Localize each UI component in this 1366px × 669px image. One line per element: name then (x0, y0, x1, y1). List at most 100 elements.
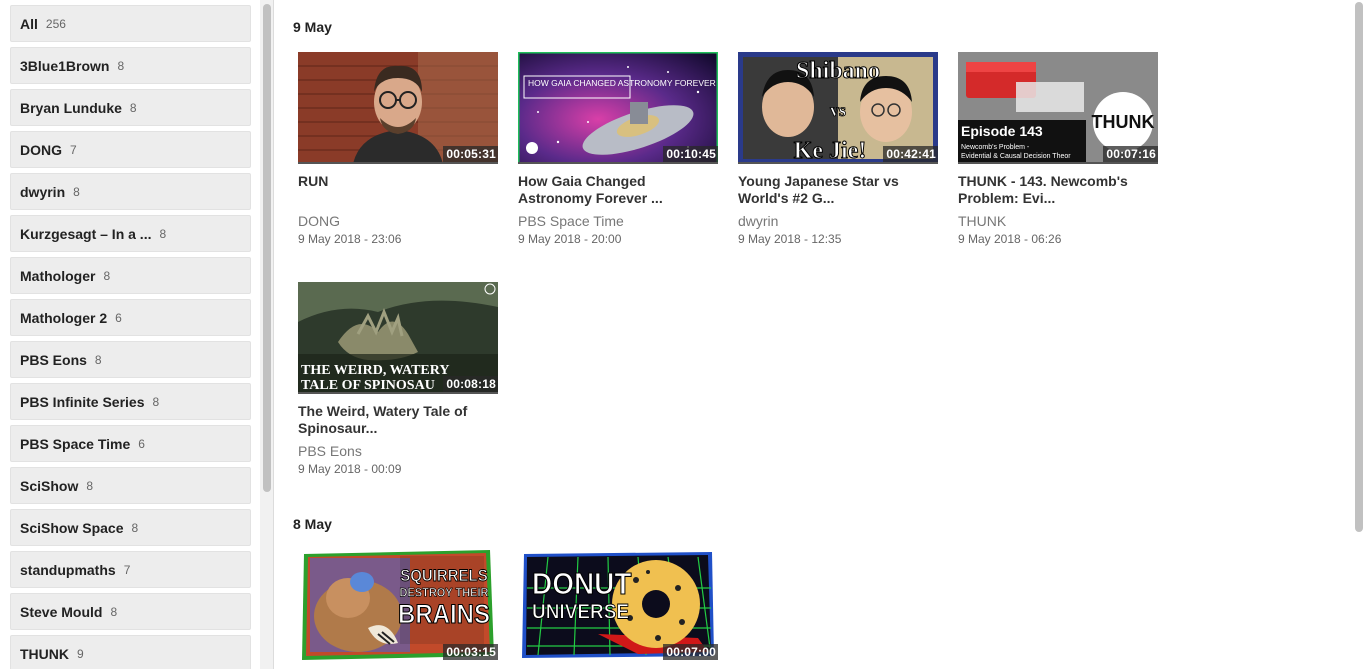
video-date: 9 May 2018 - 00:09 (298, 462, 402, 476)
sidebar-item-count: 7 (123, 562, 131, 577)
video-channel[interactable]: THUNK (958, 213, 1158, 229)
sidebar-item-count: 6 (115, 310, 122, 325)
video-date: 9 May 2018 - 06:26 (958, 232, 1062, 246)
sidebar-item-standupmaths[interactable]: standupmaths 7 (10, 551, 251, 588)
sidebar-item-thunk[interactable]: THUNK 9 (10, 635, 251, 669)
sidebar-scrollbar-thumb[interactable] (263, 4, 271, 492)
video-card[interactable]: HOW GAIA CHANGED ASTRONOMY FOREVER 00:10… (518, 52, 718, 246)
video-title[interactable]: How Gaia Changed Astronomy Forever ... (518, 173, 718, 207)
sidebar-item-label: DONG (20, 141, 62, 158)
day-heading: 8 May (293, 516, 332, 532)
thumbnail-text: HOW GAIA CHANGED ASTRONOMY FOREVER (528, 78, 716, 88)
thumbnail-text: UNIVERSE (532, 601, 629, 624)
sidebar-item-count: 9 (77, 646, 84, 661)
thumbnail-text: Episode 143 (961, 123, 1043, 139)
sidebar-item-label: dwyrin (20, 183, 66, 200)
sidebar-item-all[interactable]: All 256 (10, 5, 251, 42)
video-duration: 00:08:18 (443, 376, 498, 392)
video-thumbnail[interactable]: 00:05:31 (298, 52, 498, 164)
channel-sidebar: All 256 3Blue1Brown 8 Bryan Lunduke 8 DO… (0, 0, 260, 669)
video-date: 9 May 2018 - 20:00 (518, 232, 622, 246)
sidebar-item-3blue1brown[interactable]: 3Blue1Brown 8 (10, 47, 251, 84)
thumbnail-text: vs (830, 100, 846, 120)
sidebar-item-count: 8 (131, 520, 139, 535)
video-duration: 00:07:16 (1103, 146, 1158, 162)
sidebar-item-label: 3Blue1Brown (20, 57, 110, 74)
video-card[interactable]: SQUIRRELS DESTROY THEIR BRAINS 00:03:15 (298, 548, 498, 660)
video-card[interactable]: Shibano vs Ke Jie! 00:42:41 Young Japane… (738, 52, 938, 246)
thumbnail-text: TALE OF SPINOSAU (301, 378, 435, 393)
sidebar-item-mathologer-2[interactable]: Mathologer 2 6 (10, 299, 251, 336)
sidebar-item-count: 8 (73, 184, 80, 199)
sidebar-item-label: Mathologer (20, 267, 96, 284)
sidebar-item-kurzgesagt[interactable]: Kurzgesagt – In a ... 8 (10, 215, 251, 252)
video-thumbnail[interactable]: SQUIRRELS DESTROY THEIR BRAINS 00:03:15 (298, 548, 498, 660)
video-thumbnail[interactable]: Shibano vs Ke Jie! 00:42:41 (738, 52, 938, 164)
video-title[interactable]: The Weird, Watery Tale of Spinosaur... (298, 403, 498, 437)
sidebar-item-count: 8 (159, 226, 167, 241)
sidebar-item-dwyrin[interactable]: dwyrin 8 (10, 173, 251, 210)
video-card[interactable]: THUNK Episode 143 Newcomb's Problem - Ev… (958, 52, 1158, 246)
video-thumbnail[interactable]: THUNK Episode 143 Newcomb's Problem - Ev… (958, 52, 1158, 164)
sidebar-item-label: PBS Eons (20, 351, 87, 368)
thumbnail-text: Evidential & Causal Decision Theor (961, 153, 1071, 160)
sidebar-item-scishow[interactable]: SciShow 8 (10, 467, 251, 504)
video-channel[interactable]: DONG (298, 213, 498, 229)
thumbnail-text: DONUT (532, 567, 632, 602)
video-thumbnail[interactable]: HOW GAIA CHANGED ASTRONOMY FOREVER 00:10… (518, 52, 718, 164)
sidebar-item-label: Kurzgesagt – In a ... (20, 225, 152, 242)
video-duration: 00:03:15 (443, 644, 498, 660)
video-duration: 00:10:45 (663, 146, 718, 162)
sidebar-item-steve-mould[interactable]: Steve Mould 8 (10, 593, 251, 630)
video-title[interactable]: RUN (298, 173, 498, 207)
sidebar-item-label: Steve Mould (20, 603, 103, 620)
sidebar-item-label: SciShow (20, 477, 79, 494)
sidebar-item-count: 8 (129, 100, 137, 115)
sidebar-item-scishow-space[interactable]: SciShow Space 8 (10, 509, 251, 546)
thumbnail-text: Shibano (796, 58, 880, 84)
day-heading: 9 May (293, 19, 332, 35)
sidebar-item-pbs-eons[interactable]: PBS Eons 8 (10, 341, 251, 378)
video-duration: 00:07:00 (663, 644, 718, 660)
sidebar-item-label: PBS Space Time (20, 435, 131, 452)
sidebar-item-count: 8 (117, 58, 125, 73)
sidebar-item-label: THUNK (20, 645, 69, 662)
sidebar-item-bryan-lunduke[interactable]: Bryan Lunduke 8 (10, 89, 251, 126)
sidebar-item-label: PBS Infinite Series (20, 393, 145, 410)
sidebar-item-label: SciShow Space (20, 519, 124, 536)
thumbnail-text: Newcomb's Problem - (961, 144, 1030, 151)
video-duration: 00:42:41 (883, 146, 938, 162)
sidebar-item-mathologer[interactable]: Mathologer 8 (10, 257, 251, 294)
video-title[interactable]: Young Japanese Star vs World's #2 G... (738, 173, 938, 207)
sidebar-item-count: 7 (70, 142, 77, 157)
sidebar-item-label: Mathologer 2 (20, 309, 108, 326)
video-card[interactable]: DONUT UNIVERSE 00:07:00 (518, 548, 718, 660)
video-thumbnail[interactable]: DONUT UNIVERSE 00:07:00 (518, 548, 718, 660)
sidebar-item-label: Bryan Lunduke (20, 99, 122, 116)
thumbnail-text: DESTROY THEIR (400, 587, 490, 600)
video-title[interactable]: THUNK - 143. Newcomb's Problem: Evi... (958, 173, 1158, 207)
video-card[interactable]: THE WEIRD, WATERY TALE OF SPINOSAU 00:08… (298, 282, 498, 476)
sidebar-item-label: standupmaths (20, 561, 116, 578)
video-duration: 00:05:31 (443, 146, 498, 162)
video-channel[interactable]: PBS Space Time (518, 213, 718, 229)
video-channel[interactable]: dwyrin (738, 213, 938, 229)
thumbnail-logo-text: THUNK (1092, 112, 1155, 132)
video-feed: 9 May 00:05:31 RUN DONG 9 May 2018 - 23:… (275, 0, 1353, 669)
sidebar-item-count: 8 (94, 352, 102, 367)
sidebar-item-pbs-space-time[interactable]: PBS Space Time 6 (10, 425, 251, 462)
sidebar-item-dong[interactable]: DONG 7 (10, 131, 251, 168)
sidebar-item-count: 256 (45, 16, 66, 31)
sidebar-item-count: 8 (110, 604, 118, 619)
video-date: 9 May 2018 - 23:06 (298, 232, 402, 246)
video-thumbnail[interactable]: THE WEIRD, WATERY TALE OF SPINOSAU 00:08… (298, 282, 498, 394)
thumbnail-text: BRAINS (398, 600, 490, 629)
video-date: 9 May 2018 - 12:35 (738, 232, 842, 246)
sidebar-item-count: 8 (86, 478, 94, 493)
video-channel[interactable]: PBS Eons (298, 443, 498, 459)
sidebar-item-count: 8 (103, 268, 111, 283)
video-card[interactable]: 00:05:31 RUN DONG 9 May 2018 - 23:06 (298, 52, 498, 246)
main-scrollbar-thumb[interactable] (1355, 2, 1363, 532)
sidebar-item-pbs-infinite-series[interactable]: PBS Infinite Series 8 (10, 383, 251, 420)
thumbnail-text: SQUIRRELS (400, 567, 487, 585)
